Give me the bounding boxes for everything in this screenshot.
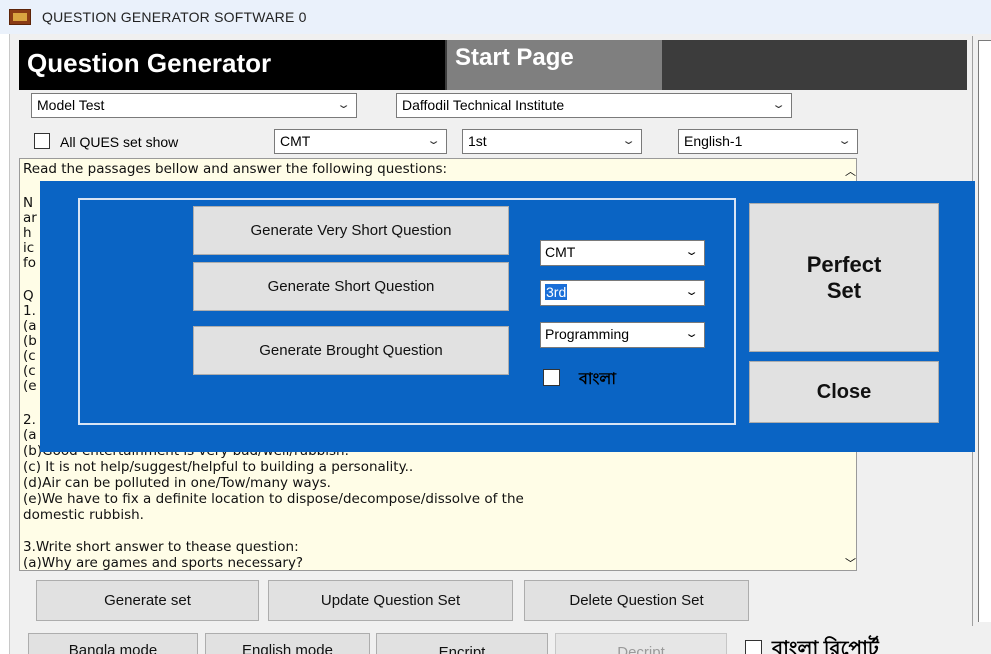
header-title: Question Generator: [27, 48, 272, 78]
all-ques-label: All QUES set show: [60, 134, 179, 150]
text-line: (a: [23, 318, 37, 334]
exam-type-select[interactable]: Model Test ⌄: [31, 93, 357, 118]
left-edge: [0, 34, 10, 654]
text-line: (a)Why are games and sports necessary?: [23, 555, 304, 571]
dialog-department-value: CMT: [545, 244, 576, 260]
generate-set-button[interactable]: Generate set: [36, 580, 259, 621]
text-line: (d)Air can be polluted in one/Tow/many w…: [23, 475, 331, 491]
chevron-down-icon: ⌄: [621, 135, 636, 147]
department-select[interactable]: CMT ⌄: [274, 129, 447, 154]
text-line: (c) It is not help/suggest/helpful to bu…: [23, 459, 414, 475]
dialog-department-select[interactable]: CMT ⌄: [540, 240, 705, 266]
text-line: Read the passages bellow and answer the …: [23, 161, 448, 177]
text-line: Q: [23, 288, 34, 304]
text-line: (e)We have to fix a definite location to…: [23, 491, 524, 507]
bangla-label: বাংলা: [579, 371, 616, 388]
exam-type-value: Model Test: [37, 97, 105, 113]
text-line: (b: [23, 333, 37, 349]
text-line: h: [23, 225, 32, 241]
generate-very-short-button[interactable]: Generate Very Short Question: [193, 206, 509, 255]
dialog-subject-value: Programming: [545, 326, 630, 342]
chevron-down-icon: ⌄: [684, 246, 699, 258]
semester-value: 1st: [468, 133, 487, 149]
bangla-mode-button[interactable]: Bangla mode: [28, 633, 198, 654]
text-line: (e: [23, 378, 37, 394]
subject-select[interactable]: English-1 ⌄: [678, 129, 858, 154]
generate-short-button[interactable]: Generate Short Question: [193, 262, 509, 311]
text-line: (c: [23, 348, 36, 364]
scroll-up-icon[interactable]: ︿: [845, 163, 856, 179]
chevron-down-icon: ⌄: [336, 99, 351, 111]
subject-value: English-1: [684, 133, 743, 149]
dialog-subject-select[interactable]: Programming ⌄: [540, 322, 705, 348]
app-icon: [9, 9, 31, 25]
decript-button[interactable]: Decript: [555, 633, 727, 654]
dialog-semester-select[interactable]: 3rd ⌄: [540, 280, 705, 306]
window-title: QUESTION GENERATOR SOFTWARE 0: [42, 9, 307, 25]
scroll-down-icon[interactable]: ﹀: [845, 555, 856, 570]
delete-question-set-button[interactable]: Delete Question Set: [524, 580, 749, 621]
chevron-down-icon: ⌄: [684, 328, 699, 340]
bangla-report-checkbox[interactable]: [745, 640, 762, 654]
text-line: N: [23, 195, 34, 211]
dialog-semester-value: 3rd: [545, 284, 568, 300]
encript-button[interactable]: Encript: [376, 633, 548, 654]
chevron-down-icon: ⌄: [837, 135, 852, 147]
text-line: fo: [23, 255, 37, 271]
start-page-label: Start Page: [447, 40, 662, 90]
chevron-down-icon: ⌄: [771, 99, 786, 111]
chevron-down-icon: ⌄: [684, 286, 699, 298]
all-ques-checkbox[interactable]: [34, 133, 50, 149]
chevron-down-icon: ⌄: [426, 135, 441, 147]
text-line: (a: [23, 427, 37, 443]
institute-select[interactable]: Daffodil Technical Institute ⌄: [396, 93, 792, 118]
bangla-checkbox[interactable]: [543, 369, 560, 386]
close-button[interactable]: Close: [749, 361, 939, 423]
text-line: ar: [23, 210, 37, 226]
update-question-set-button[interactable]: Update Question Set: [268, 580, 513, 621]
perfect-set-button[interactable]: Perfect Set: [749, 203, 939, 352]
bangla-report-label: বাংলা রিপোর্ট: [772, 638, 879, 654]
english-mode-button[interactable]: English mode: [205, 633, 370, 654]
right-pane-inner: [978, 40, 991, 622]
institute-value: Daffodil Technical Institute: [402, 97, 565, 113]
text-line: 2.: [23, 412, 36, 428]
department-value: CMT: [280, 133, 311, 149]
generate-broad-button[interactable]: Generate Brought Question: [193, 326, 509, 375]
text-line: domestic rubbish.: [23, 507, 144, 523]
text-line: ic: [23, 240, 35, 256]
text-line: (c: [23, 363, 36, 379]
semester-select[interactable]: 1st ⌄: [462, 129, 642, 154]
perfect-set-label: Perfect Set: [806, 251, 882, 303]
text-line: 1.: [23, 303, 36, 319]
text-line: 3.Write short answer to thease question:: [23, 539, 299, 555]
